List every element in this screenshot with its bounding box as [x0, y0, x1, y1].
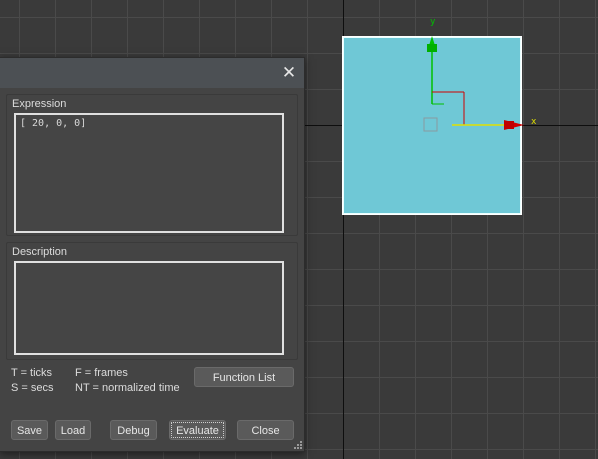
expression-label: Expression — [12, 98, 67, 110]
help-frames: F = frames — [75, 367, 128, 379]
help-ticks: T = ticks — [11, 367, 53, 379]
function-list-button[interactable]: Function List — [194, 367, 294, 387]
help-normalized-time: NT = normalized time — [75, 382, 180, 394]
evaluate-button[interactable]: Evaluate — [169, 420, 226, 440]
dialog-titlebar[interactable]: ✕ — [0, 58, 304, 88]
help-secs: S = secs — [11, 382, 54, 394]
load-button[interactable]: Load — [55, 420, 91, 440]
debug-button[interactable]: Debug — [110, 420, 157, 440]
close-icon[interactable]: ✕ — [280, 64, 298, 82]
expression-dialog: ✕ Expression [ 20, 0, 0] Description T =… — [0, 57, 305, 452]
selected-plane-object[interactable] — [343, 37, 521, 214]
save-button[interactable]: Save — [11, 420, 48, 440]
close-button[interactable]: Close — [237, 420, 294, 440]
y-axis-label: y — [430, 17, 436, 27]
description-textbox[interactable] — [14, 261, 284, 355]
description-label: Description — [12, 246, 68, 258]
resize-grip-icon[interactable] — [292, 439, 302, 449]
x-axis-label: x — [531, 117, 537, 127]
expression-group: Expression [ 20, 0, 0] — [6, 94, 298, 236]
expression-textbox[interactable]: [ 20, 0, 0] — [14, 113, 284, 233]
description-group: Description — [6, 242, 298, 360]
